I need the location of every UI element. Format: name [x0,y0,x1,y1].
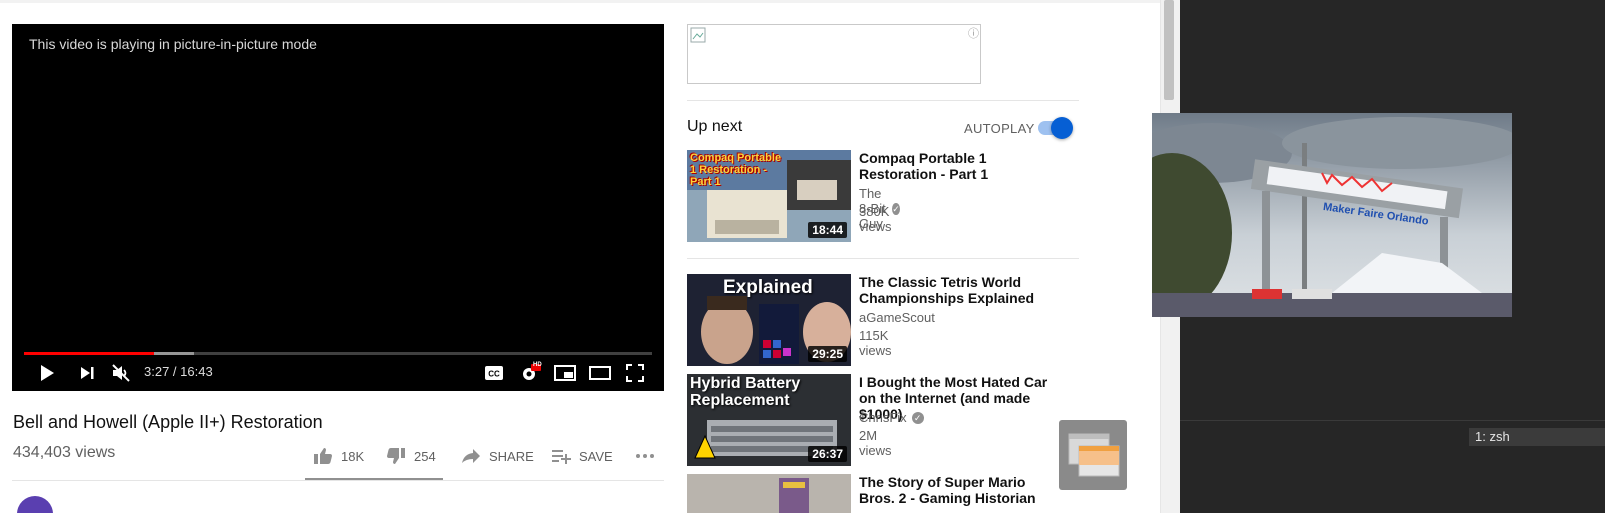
thumbs-up-icon [314,448,332,464]
broken-image-icon [690,27,706,43]
video-thumbnail[interactable]: Explained 29:25 [687,274,851,366]
cc-icon: CC [485,366,503,380]
svg-text:CC: CC [488,370,500,379]
video-title-link[interactable]: Compaq Portable 1 Restoration - Part 1 [859,150,1059,182]
share-button[interactable]: SHARE [461,446,534,466]
miniplayer-button[interactable] [552,360,578,386]
captions-button[interactable]: CC [481,360,507,386]
share-label: SHARE [489,448,534,464]
thumbnail-text: Hybrid Battery Replacement [690,375,801,409]
up-next-heading: Up next [687,118,743,135]
thumbnail-text: Compaq Portable 1 Restoration - Part 1 [690,152,782,188]
view-count: 434,403 views [13,444,116,461]
muted-speaker-icon [112,364,130,382]
next-button[interactable] [74,360,100,386]
terminal-divider [1180,420,1605,421]
pip-message: This video is playing in picture-in-pict… [29,36,317,52]
progress-bar[interactable] [24,352,652,355]
sidebar-divider [687,100,1079,101]
next-icon [81,367,94,379]
video-duration: 18:44 [808,222,847,238]
channel-name[interactable]: aGameScout [859,310,935,325]
browser-viewport: This video is playing in picture-in-pict… [0,0,1180,513]
video-title-link[interactable]: The Classic Tetris World Championships E… [859,274,1059,306]
channel-label: ChrisFix [859,410,907,425]
theater-mode-button[interactable] [587,360,613,386]
verified-check-icon: ✓ [892,202,900,215]
terminal-tab[interactable]: 1: zsh [1469,428,1605,446]
video-duration: 26:37 [808,446,847,462]
window-switcher-icon[interactable] [1059,420,1127,490]
video-views: 115K views [859,328,892,358]
video-title-link[interactable]: The Story of Super Mario Bros. 2 - Gamin… [859,474,1059,506]
pip-video-frame [1152,113,1512,317]
video-title: Bell and Howell (Apple II+) Restoration [13,412,323,432]
browser-scrollbar-thumb[interactable] [1164,0,1174,100]
channel-name[interactable]: ChrisFix ✓ [859,410,924,425]
settings-button[interactable]: HD [517,360,543,386]
share-icon [462,449,480,463]
video-thumbnail[interactable]: Compaq Portable 1 Restoration - Part 1 1… [687,150,851,242]
video-views: 2M views [859,428,892,458]
video-views: 380K views [859,204,892,234]
mute-button[interactable] [108,360,134,386]
ad-banner[interactable] [687,24,981,84]
video-thumbnail[interactable]: Hybrid Battery Replacement 26:37 [687,374,851,466]
progress-played [24,352,154,355]
thumbnail-image [687,474,851,513]
playlist-add-icon [552,450,571,464]
channel-avatar[interactable] [17,496,53,513]
stacked-windows-icon [1068,433,1120,477]
video-duration: 29:25 [808,346,847,362]
channel-label: aGameScout [859,310,935,325]
like-button[interactable]: 18K [313,446,364,466]
save-button[interactable]: SAVE [551,446,613,466]
fullscreen-button[interactable] [622,360,648,386]
thumbnail-text: Explained [723,277,813,298]
time-display: 3:27 / 16:43 [144,364,213,379]
meta-divider [12,480,664,481]
video-player[interactable]: This video is playing in picture-in-pict… [12,24,664,391]
autoplay-label: AUTOPLAY [964,121,1035,136]
top-divider [0,0,1160,3]
verified-check-icon: ✓ [911,411,924,424]
theater-icon [589,366,611,380]
video-thumbnail[interactable] [687,474,851,513]
miniplayer-icon [554,365,576,381]
dislike-button[interactable]: 254 [386,446,436,466]
dislike-count: 254 [414,448,436,464]
ad-info-icon[interactable]: ⓘ [968,25,979,41]
save-label: SAVE [579,448,613,464]
play-button[interactable] [34,360,60,386]
autoplay-toggle-knob[interactable] [1051,117,1073,139]
more-horizontal-icon [636,454,654,458]
pip-window[interactable]: Maker Faire Orlando [1152,113,1512,317]
hd-badge: HD [533,362,542,368]
fullscreen-icon [626,364,644,382]
play-icon [41,365,54,381]
list-divider [687,258,1079,259]
like-count: 18K [341,448,365,464]
more-actions-button[interactable] [635,446,655,466]
thumbs-down-icon [387,448,405,464]
